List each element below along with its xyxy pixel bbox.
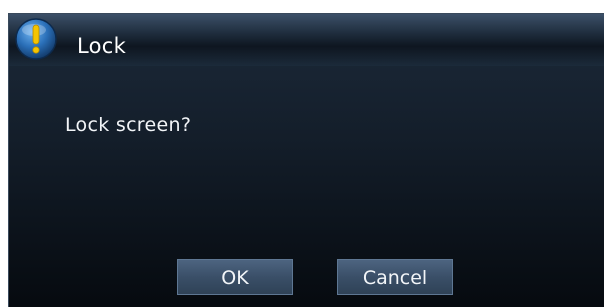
cancel-button[interactable]: Cancel: [337, 259, 453, 295]
lock-dialog: Lock Lock screen? OK Cancel: [8, 13, 604, 307]
dialog-message: Lock screen?: [65, 114, 192, 136]
ok-button[interactable]: OK: [177, 259, 293, 295]
warning-exclamation-icon: [14, 17, 58, 61]
dialog-title: Lock: [77, 34, 127, 58]
dialog-titlebar: Lock: [9, 14, 604, 66]
